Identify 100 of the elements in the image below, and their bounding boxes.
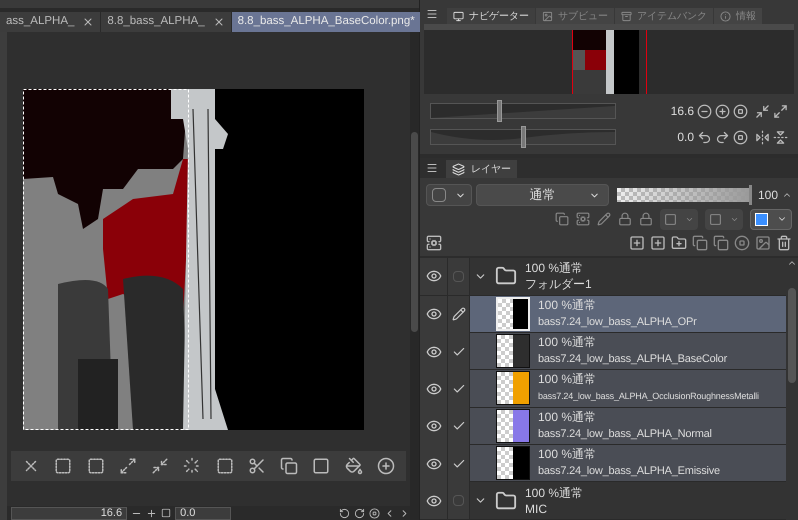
- eye-icon[interactable]: [426, 492, 442, 509]
- color-dropdown[interactable]: [426, 184, 472, 206]
- reset-rotation-icon[interactable]: [733, 130, 748, 144]
- eye-icon[interactable]: [426, 456, 442, 472]
- scrollbar-thumb[interactable]: [788, 288, 796, 383]
- slider-thumb[interactable]: [748, 185, 752, 205]
- scissors-icon[interactable]: [248, 457, 266, 475]
- folder-icon: [495, 265, 517, 288]
- layer-thumbnail: [496, 334, 530, 368]
- folder-blend-label: 100 %通常: [525, 260, 584, 276]
- sparkle-icon[interactable]: [183, 457, 202, 475]
- close-icon[interactable]: [212, 16, 225, 28]
- layer-thumbnail: [496, 371, 530, 406]
- eye-icon[interactable]: [426, 268, 442, 284]
- layer-name: bass7.24_low_bass_ALPHA_OPr: [538, 314, 697, 330]
- folder-icon: [495, 490, 517, 512]
- image-icon: [542, 10, 553, 22]
- ruler-dropdown[interactable]: [705, 208, 743, 230]
- new-layer-icon[interactable]: [650, 235, 666, 251]
- panel-tab[interactable]: ナビゲーター: [447, 8, 535, 24]
- navigator-preview[interactable]: [572, 30, 646, 94]
- copy-icon[interactable]: [713, 235, 729, 251]
- document-tab[interactable]: ass_ALPHA_: [0, 12, 100, 32]
- layer-blend-label: 100 %通常: [538, 334, 598, 352]
- checkbox[interactable]: [453, 495, 464, 506]
- pencil-icon[interactable]: [597, 212, 611, 226]
- layer-row[interactable]: 100 %通常 bass7.24_low_bass_ALPHA_OcclusionRoughnessMetalli: [470, 370, 786, 408]
- lock-icon[interactable]: [639, 212, 653, 226]
- square-icon: [664, 212, 677, 226]
- square-icon: [709, 212, 722, 226]
- rotate-right-icon[interactable]: [354, 508, 366, 518]
- eye-icon[interactable]: [426, 418, 442, 434]
- flip-horizontal-icon[interactable]: [755, 130, 770, 144]
- select-area-icon[interactable]: [54, 457, 72, 475]
- layer-blend-label: 100 %通常: [538, 446, 598, 464]
- menu-icon[interactable]: [426, 162, 438, 174]
- layer-row[interactable]: 100 %通常 bass7.24_low_bass_ALPHA_OPr: [470, 296, 786, 333]
- trash-icon[interactable]: [776, 235, 792, 251]
- layer-row[interactable]: 100 %通常 bass7.24_low_bass_ALPHA_Normal: [470, 408, 786, 446]
- close-icon[interactable]: [82, 16, 94, 28]
- zoom-in-icon[interactable]: [715, 104, 730, 118]
- new-folder-icon[interactable]: [671, 235, 687, 251]
- new-layer-icon[interactable]: [629, 235, 645, 251]
- mask-dropdown[interactable]: [660, 208, 698, 230]
- selection-border-icon[interactable]: [216, 457, 234, 475]
- layer-panel-tab[interactable]: レイヤー: [446, 160, 517, 178]
- folder-name: MIC: [525, 500, 548, 517]
- copy-icon[interactable]: [692, 235, 708, 251]
- expand-selection-icon[interactable]: [118, 457, 137, 475]
- rotate-left-icon[interactable]: [697, 130, 712, 144]
- folder-row[interactable]: 100 %通常 MIC: [470, 482, 786, 519]
- image-icon[interactable]: [755, 235, 771, 251]
- opacity-slider[interactable]: [616, 188, 751, 202]
- zoom-in-icon[interactable]: [146, 508, 158, 518]
- layer-row[interactable]: 100 %通常 bass7.24_low_bass_ALPHA_Emissive: [470, 445, 786, 482]
- archive-icon: [621, 10, 632, 22]
- blend-mode-dropdown[interactable]: 通常: [476, 184, 609, 206]
- pencil-icon[interactable]: [452, 307, 466, 322]
- fill-window-icon[interactable]: [773, 104, 788, 118]
- fit-window-icon[interactable]: [755, 104, 770, 118]
- lock-icon[interactable]: [618, 212, 632, 226]
- add-icon[interactable]: [376, 457, 395, 475]
- reset-rotation-icon[interactable]: [369, 508, 380, 518]
- layer-name: bass7.24_low_bass_ALPHA_Normal: [538, 426, 712, 442]
- rotation-slider[interactable]: [430, 129, 616, 145]
- folder-name: フォルダー1: [525, 276, 592, 292]
- checkbox[interactable]: [453, 270, 464, 282]
- layer-thumbnail: [496, 296, 530, 331]
- invert-selection-icon[interactable]: [86, 457, 105, 475]
- slider-thumb[interactable]: [497, 100, 502, 122]
- paint-bucket-icon[interactable]: [344, 457, 363, 475]
- zoom-reading-field[interactable]: 16.6: [11, 506, 128, 520]
- layer-row[interactable]: 100 %通常 bass7.24_low_bass_ALPHA_BaseColor: [470, 332, 786, 370]
- angle-reading-field[interactable]: 0.0: [175, 506, 232, 520]
- scrollbar-thumb[interactable]: [411, 132, 418, 332]
- actual-size-icon[interactable]: [733, 104, 748, 118]
- tab-label: ass_ALPHA_: [6, 14, 74, 30]
- eye-icon[interactable]: [426, 306, 442, 322]
- folder-row[interactable]: 100 %通常 フォルダー1: [470, 258, 786, 294]
- slider-thumb[interactable]: [521, 126, 526, 148]
- copy-icon[interactable]: [280, 457, 298, 475]
- monitor-icon: [453, 10, 464, 22]
- layer-property-icon[interactable]: [426, 235, 442, 251]
- rotate-left-icon[interactable]: [339, 508, 350, 518]
- layer-blend-label: 100 %通常: [538, 408, 598, 426]
- reference-icon[interactable]: [576, 212, 590, 226]
- layer-thumbnail: [496, 408, 530, 443]
- document-tab[interactable]: 8.8_bass_ALPHA_: [101, 12, 231, 32]
- zoom-reading: 16.6: [670, 103, 694, 120]
- shrink-selection-icon[interactable]: [151, 457, 170, 475]
- zoom-slider[interactable]: [430, 103, 616, 119]
- zoom-out-icon[interactable]: [697, 104, 712, 118]
- eye-icon[interactable]: [426, 344, 442, 360]
- fit-icon[interactable]: [161, 508, 172, 518]
- layer-thumbnail: [496, 446, 530, 480]
- layer-color-dropdown[interactable]: [750, 208, 792, 230]
- eye-icon[interactable]: [426, 380, 442, 397]
- rotate-right-icon[interactable]: [715, 130, 730, 144]
- flip-vertical-icon[interactable]: [773, 130, 788, 144]
- menu-icon[interactable]: [426, 8, 438, 20]
